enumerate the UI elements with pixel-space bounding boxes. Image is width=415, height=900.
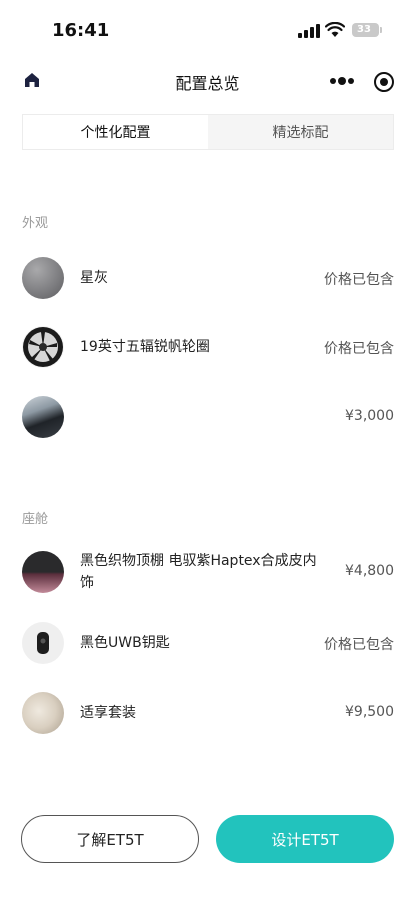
color-swatch-thumbnail	[22, 257, 64, 299]
battery-level: 33	[357, 24, 371, 35]
close-mini-program-icon[interactable]	[373, 71, 395, 93]
design-button[interactable]: 设计ET5T	[216, 815, 394, 863]
battery-icon: 33	[352, 23, 382, 37]
item-price: 价格已包含	[324, 341, 394, 357]
list-item: 星灰 价格已包含	[22, 254, 394, 304]
list-item: ¥3,000	[22, 393, 394, 443]
nav-bar: 配置总览	[0, 62, 415, 100]
item-price: 价格已包含	[324, 637, 394, 653]
item-name: 适享套装	[80, 705, 136, 721]
package-thumbnail	[22, 692, 64, 734]
list-item: 黑色UWB钥匙 价格已包含	[22, 619, 394, 669]
item-price: ¥3,000	[345, 408, 394, 424]
wifi-icon	[325, 22, 345, 37]
exterior-option-thumbnail	[22, 396, 64, 438]
interior-thumbnail	[22, 551, 64, 593]
list-item: 19英寸五辐锐帆轮圈 价格已包含	[22, 323, 394, 373]
status-time: 16:41	[52, 20, 110, 41]
wheel-thumbnail	[22, 326, 64, 368]
item-price: ¥4,800	[345, 563, 394, 579]
config-tabs: 个性化配置 精选标配	[22, 114, 394, 150]
item-name: 黑色织物顶棚 电驭紫Haptex合成皮内饰	[80, 553, 317, 591]
section-title-cabin: 座舱	[22, 512, 49, 527]
status-bar: 16:41 33	[0, 0, 415, 62]
section-title-exterior: 外观	[22, 216, 49, 231]
tab-personalized[interactable]: 个性化配置	[23, 115, 208, 149]
item-name: 星灰	[80, 270, 108, 286]
key-thumbnail	[22, 622, 64, 664]
more-icon[interactable]	[329, 74, 355, 88]
item-name: 19英寸五辐锐帆轮圈	[80, 339, 210, 355]
learn-button[interactable]: 了解ET5T	[21, 815, 199, 863]
tab-standard[interactable]: 精选标配	[208, 115, 393, 149]
list-item: 适享套装 ¥9,500	[22, 689, 394, 739]
list-item: 黑色织物顶棚 电驭紫Haptex合成皮内饰 ¥4,800	[22, 548, 394, 600]
signal-icon	[298, 24, 320, 38]
item-price: 价格已包含	[324, 272, 394, 288]
item-price: ¥9,500	[345, 704, 394, 720]
mini-program-capsule	[321, 66, 401, 96]
item-name: 黑色UWB钥匙	[80, 635, 170, 651]
